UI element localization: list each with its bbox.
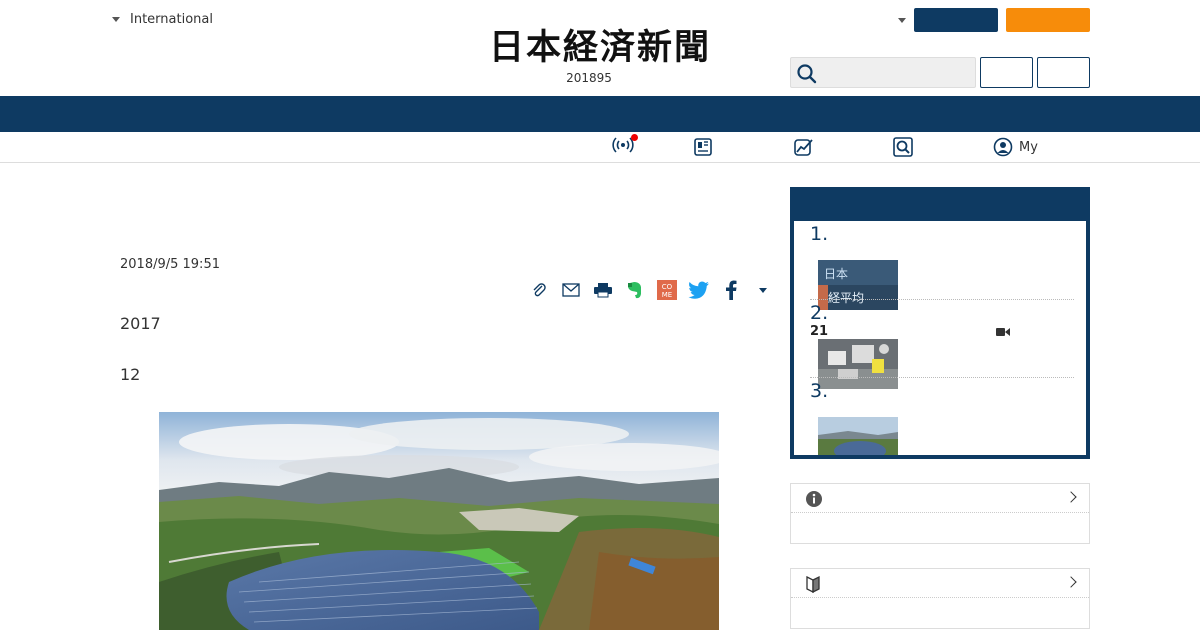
beginner-box-header[interactable] <box>791 569 1089 598</box>
subscribe-button[interactable] <box>1006 8 1090 32</box>
article-paragraph: 12 <box>120 365 141 384</box>
rank-thumbnail[interactable] <box>818 417 898 455</box>
share-bar: CO ME <box>528 279 774 301</box>
ranking-box: 1. 日本 経平均 2. 21 3. <box>790 187 1090 459</box>
rank-separator <box>810 377 1074 378</box>
video-icon <box>996 328 1010 336</box>
region-select[interactable]: International <box>112 12 213 27</box>
rank-separator <box>810 299 1074 300</box>
chart-icon <box>794 139 813 156</box>
subnav-paper[interactable] <box>693 137 713 157</box>
ranking-item[interactable]: 2. <box>810 302 1070 324</box>
subnav-my[interactable]: My <box>993 137 1038 157</box>
subnav-search[interactable] <box>893 137 913 157</box>
rank-sub-number: 21 <box>810 324 829 339</box>
sub-nav: My <box>0 132 1200 163</box>
info-icon <box>806 491 822 507</box>
svg-text:ME: ME <box>662 291 672 299</box>
ranking-item[interactable]: 3. <box>810 380 1070 402</box>
search-input[interactable] <box>790 57 976 88</box>
search-button[interactable] <box>980 57 1033 88</box>
info-box-header[interactable] <box>791 484 1089 513</box>
page: International 日本経済新聞 201895 My 2018/9/5 … <box>0 0 1200 630</box>
search-box-icon <box>893 137 913 157</box>
broadcast-icon <box>612 134 638 158</box>
article-paragraph: 2017 <box>120 314 161 333</box>
beginner-box[interactable] <box>790 568 1090 629</box>
subnav-live[interactable] <box>612 134 638 158</box>
evernote-icon[interactable] <box>624 279 646 301</box>
svg-text:日本: 日本 <box>824 267 848 281</box>
facebook-icon[interactable] <box>720 279 742 301</box>
live-indicator <box>631 134 638 141</box>
mail-icon[interactable] <box>560 279 582 301</box>
caret-down-icon <box>112 17 120 22</box>
twitter-icon[interactable] <box>688 279 710 301</box>
caret-down-icon[interactable] <box>898 17 906 23</box>
chevron-right-icon <box>1065 576 1077 588</box>
user-icon <box>993 137 1013 157</box>
rank-number: 1. <box>810 223 829 245</box>
subnav-markets[interactable] <box>793 137 815 157</box>
newspaper-icon <box>694 138 712 156</box>
ranking-header <box>794 191 1086 221</box>
comment-icon[interactable]: CO ME <box>656 279 678 301</box>
clip-icon[interactable] <box>528 279 550 301</box>
subnav-my-label: My <box>1019 139 1038 155</box>
article-timestamp: 2018/9/5 19:51 <box>120 257 220 272</box>
header-date: 201895 <box>566 71 612 85</box>
print-icon[interactable] <box>592 279 614 301</box>
region-label: International <box>130 12 213 27</box>
login-button[interactable] <box>914 8 998 32</box>
search-icon <box>797 64 817 84</box>
info-box[interactable] <box>790 483 1090 544</box>
more-share-icon[interactable] <box>752 279 774 301</box>
article-photo-solar-farm <box>159 412 719 630</box>
chevron-right-icon <box>1065 491 1077 503</box>
beginner-mark-icon <box>806 575 820 593</box>
rank-number: 3. <box>810 380 829 402</box>
account-actions <box>898 8 1090 32</box>
site-logo[interactable]: 日本経済新聞 <box>450 26 750 70</box>
rank-number: 2. <box>810 302 829 324</box>
ranking-item[interactable]: 1. <box>810 223 1070 245</box>
svg-text:CO: CO <box>662 283 673 291</box>
menu-button[interactable] <box>1037 57 1090 88</box>
main-nav-bar <box>0 96 1200 132</box>
